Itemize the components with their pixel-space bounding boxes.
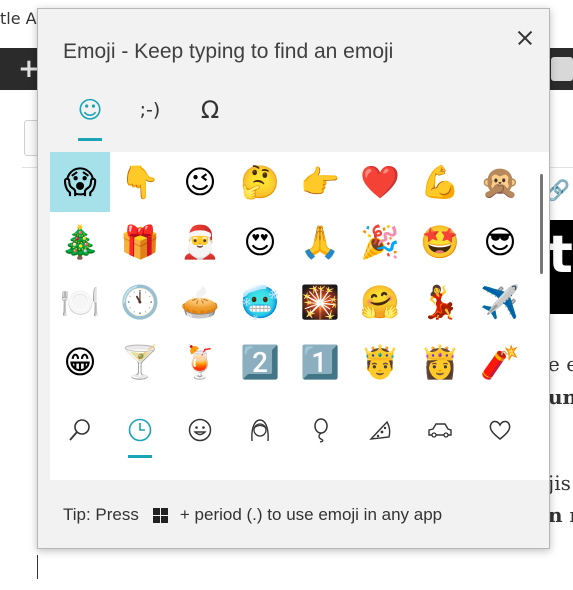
emoji-cell[interactable]: 🥶 — [230, 272, 290, 332]
emoji-cell[interactable]: 🥧 — [170, 272, 230, 332]
background-text-line: e en — [548, 352, 573, 376]
emoji-cell[interactable]: 🎉 — [350, 212, 410, 272]
windows-key-icon — [152, 507, 168, 523]
emoji-cell[interactable]: 😁 — [50, 332, 110, 392]
emoji-cell[interactable]: 🍹 — [170, 332, 230, 392]
emoji-cell[interactable]: 👸 — [410, 332, 470, 392]
category-symbols[interactable] — [470, 400, 530, 460]
emoji-grid: 😱 👇 😉 🤔 👉 ❤️ 💪 🙊 🎄 🎁 🎅 😍 🙏 🎉 🤩 😎 🍽️ 🕚 🥧 🥶 🎇 🤗 💃 ✈️ 😁 🍸 🍹 2️⃣ 1️⃣ 🤴 👸 🧨 — [50, 152, 530, 392]
emoji-cell[interactable]: 🍽️ — [50, 272, 110, 332]
emoji-cell[interactable]: 🤴 — [350, 332, 410, 392]
tip-text: Tip: Press + period (.) to use emoji in … — [63, 505, 442, 525]
background-text-line: n m — [548, 503, 573, 527]
emoji-cell[interactable]: 🤗 — [350, 272, 410, 332]
smiley-icon — [188, 418, 212, 442]
emoji-cell[interactable]: 🧨 — [470, 332, 530, 392]
emoji-cell[interactable]: 2️⃣ — [230, 332, 290, 392]
emoji-cell[interactable]: 💪 — [410, 152, 470, 212]
emoji-cell[interactable]: 🤩 — [410, 212, 470, 272]
text-caret — [37, 555, 38, 579]
category-smileys[interactable] — [170, 400, 230, 460]
emoji-cell[interactable]: 😍 — [230, 212, 290, 272]
smiley-icon: ☺ — [77, 96, 103, 124]
tab-symbols[interactable]: Ω — [180, 91, 240, 147]
emoji-cell[interactable]: 🙏 — [290, 212, 350, 272]
tip-suffix: + period (.) to use emoji in any app — [179, 505, 443, 524]
category-celebration[interactable] — [290, 400, 350, 460]
emoji-cell[interactable]: 🤔 — [230, 152, 290, 212]
background-window-title: tle A — [0, 9, 37, 28]
emoji-cell[interactable]: 🎇 — [290, 272, 350, 332]
emoji-cell[interactable]: 👇 — [110, 152, 170, 212]
category-search[interactable] — [50, 400, 110, 460]
background-text-line: un — [548, 385, 573, 409]
search-icon — [69, 419, 90, 441]
emoji-cell[interactable]: 🙊 — [470, 152, 530, 212]
emoji-cell[interactable]: 🎄 — [50, 212, 110, 272]
category-people[interactable] — [230, 400, 290, 460]
category-travel[interactable] — [410, 400, 470, 460]
emoji-cell[interactable]: 🎁 — [110, 212, 170, 272]
emoji-grid-area: 😱 👇 😉 🤔 👉 ❤️ 💪 🙊 🎄 🎁 🎅 😍 🙏 🎉 🤩 😎 🍽️ 🕚 🥧 🥶 🎇 🤗 💃 ✈️ 😁 🍸 🍹 2️⃣ 1️⃣ 🤴 👸 🧨 — [50, 152, 549, 480]
emoji-cell[interactable]: 1️⃣ — [290, 332, 350, 392]
category-bar — [50, 400, 549, 480]
kaomoji-icon: ;-) — [139, 99, 161, 121]
tab-emoji[interactable]: ☺ — [60, 91, 120, 147]
person-icon — [251, 419, 269, 442]
emoji-cell[interactable]: 👉 — [290, 152, 350, 212]
emoji-cell[interactable]: 🎅 — [170, 212, 230, 272]
panel-title: Emoji - Keep typing to find an emoji — [63, 40, 394, 63]
close-button[interactable] — [508, 21, 542, 55]
tab-kaomoji[interactable]: ;-) — [120, 91, 180, 147]
car-icon — [428, 423, 452, 438]
emoji-panel: Emoji - Keep typing to find an emoji ☺ ;… — [37, 8, 550, 549]
background-text-line: jis — [548, 471, 571, 495]
emoji-cell[interactable]: 💃 — [410, 272, 470, 332]
category-food[interactable] — [350, 400, 410, 460]
background-toolbar-button[interactable] — [551, 57, 573, 81]
tip-prefix: Tip: Press — [63, 505, 139, 524]
pizza-icon — [369, 420, 391, 440]
category-recent[interactable] — [110, 400, 170, 460]
emoji-cell[interactable]: 😉 — [170, 152, 230, 212]
emoji-cell[interactable]: ✈️ — [470, 272, 530, 332]
background-image: t — [548, 220, 573, 314]
background-image-text: t — [548, 225, 573, 285]
emoji-cell[interactable]: 😎 — [470, 212, 530, 272]
emoji-cell[interactable]: 🍸 — [110, 332, 170, 392]
emoji-cell[interactable]: ❤️ — [350, 152, 410, 212]
balloon-icon — [314, 418, 328, 443]
clock-icon — [128, 418, 152, 442]
heart-icon — [489, 420, 511, 440]
emoji-cell[interactable]: 🕚 — [110, 272, 170, 332]
scrollbar[interactable] — [540, 174, 543, 274]
omega-icon: Ω — [200, 96, 220, 124]
emoji-cell[interactable]: 😱 — [50, 152, 110, 212]
